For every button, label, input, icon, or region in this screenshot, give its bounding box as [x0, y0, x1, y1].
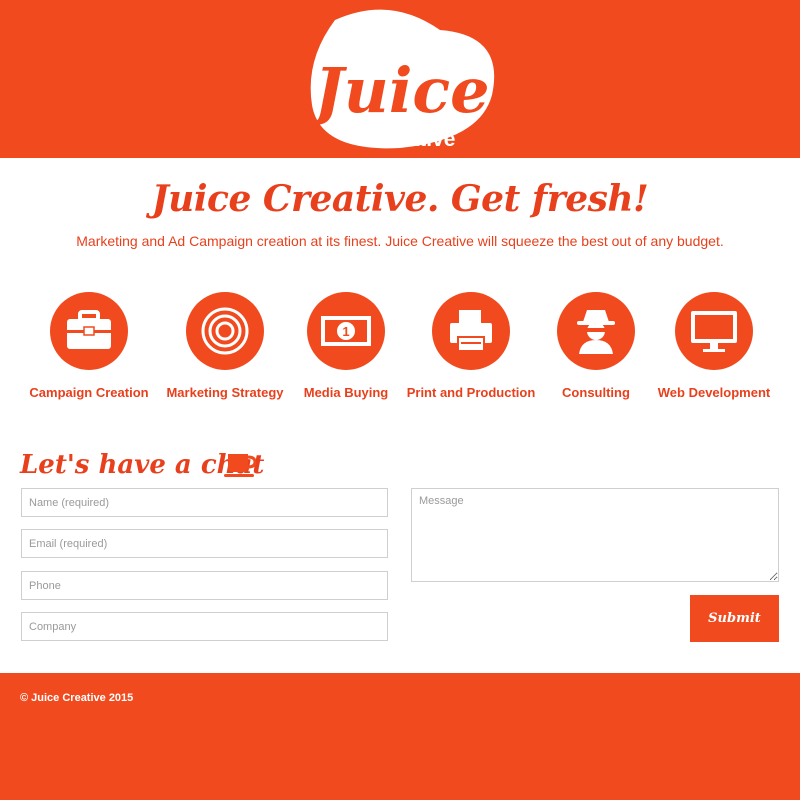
phone-field[interactable] — [21, 571, 388, 600]
coffee-cup-icon — [224, 454, 256, 477]
company-field[interactable] — [21, 612, 388, 641]
logo-wordmark: Juice — [304, 54, 489, 127]
submit-button[interactable]: Submit — [690, 595, 779, 642]
target-icon — [201, 307, 249, 355]
site-header: Juice Creative — [0, 0, 800, 158]
briefcase-icon — [67, 310, 111, 349]
juice-creative-logo[interactable]: Juice Creative — [0, 0, 800, 158]
name-field[interactable] — [21, 488, 388, 517]
intro-text: Marketing and Ad Campaign creation at it… — [76, 233, 724, 249]
main-content: Juice Creative. Get fresh! Marketing and… — [0, 158, 800, 673]
svg-text:1: 1 — [342, 324, 349, 339]
service-label: Web Development — [657, 385, 771, 400]
logo-subtitle: Creative — [373, 128, 456, 151]
copyright-text: © Juice Creative 2015 — [20, 692, 134, 704]
money-bill-icon: 1 — [321, 316, 371, 346]
printer-icon — [450, 310, 492, 352]
email-field[interactable] — [21, 529, 388, 558]
site-footer: © Juice Creative 2015 — [0, 673, 800, 800]
page-title: Juice Creative. Get fresh! — [151, 178, 649, 220]
message-field[interactable] — [411, 488, 779, 582]
monitor-icon — [691, 311, 737, 352]
spy-consultant-icon — [577, 310, 615, 354]
